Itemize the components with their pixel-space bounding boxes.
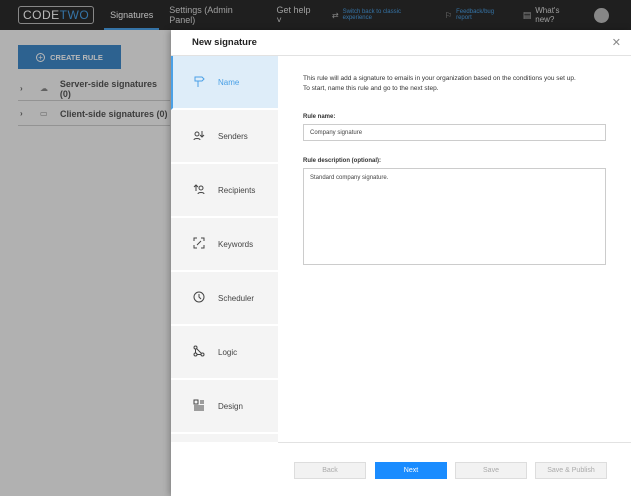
step-label: Keywords bbox=[218, 239, 254, 249]
design-icon bbox=[191, 399, 207, 414]
logic-icon bbox=[191, 345, 207, 360]
step-scheduler[interactable]: Scheduler bbox=[171, 272, 278, 326]
step-content: This rule will add a signature to emails… bbox=[303, 74, 608, 265]
step-design[interactable]: Design bbox=[171, 380, 278, 434]
modal-header: New signature ✕ bbox=[171, 30, 631, 56]
step-label: Recipients bbox=[218, 185, 256, 195]
modal-footer: Back Next Save Save & Publish bbox=[278, 442, 631, 496]
clock-icon bbox=[191, 291, 207, 306]
save-publish-button[interactable]: Save & Publish bbox=[535, 462, 607, 479]
step-label: Design bbox=[218, 401, 243, 411]
new-signature-panel: New signature ✕ Name Senders Recipients bbox=[171, 30, 631, 496]
back-button[interactable]: Back bbox=[294, 462, 366, 479]
signpost-icon bbox=[191, 75, 207, 90]
rule-description-textarea[interactable]: Standard company signature. bbox=[303, 168, 606, 265]
sender-icon bbox=[191, 129, 207, 144]
step-label: Senders bbox=[218, 131, 248, 141]
wizard-steps: Name Senders Recipients Keywords Schedul… bbox=[171, 56, 278, 442]
intro-line-1: This rule will add a signature to emails… bbox=[303, 75, 576, 82]
step-label: Name bbox=[218, 77, 240, 87]
close-icon[interactable]: ✕ bbox=[612, 36, 621, 49]
step-recipients[interactable]: Recipients bbox=[171, 164, 278, 218]
step-senders[interactable]: Senders bbox=[171, 110, 278, 164]
next-button[interactable]: Next bbox=[375, 462, 447, 479]
intro-text: This rule will add a signature to emails… bbox=[303, 74, 608, 94]
save-button[interactable]: Save bbox=[455, 462, 527, 479]
step-name[interactable]: Name bbox=[171, 56, 278, 110]
keyword-icon bbox=[191, 237, 207, 252]
step-label: Logic bbox=[218, 347, 238, 357]
intro-line-2: To start, name this rule and go to the n… bbox=[303, 85, 439, 92]
modal-title: New signature bbox=[192, 37, 257, 48]
recipient-icon bbox=[191, 183, 207, 198]
rule-name-input[interactable]: Company signature bbox=[303, 124, 606, 141]
rule-description-label: Rule description (optional): bbox=[303, 158, 381, 164]
step-keywords[interactable]: Keywords bbox=[171, 218, 278, 272]
rule-name-label: Rule name: bbox=[303, 114, 336, 120]
step-logic[interactable]: Logic bbox=[171, 326, 278, 380]
step-label: Scheduler bbox=[218, 293, 255, 303]
